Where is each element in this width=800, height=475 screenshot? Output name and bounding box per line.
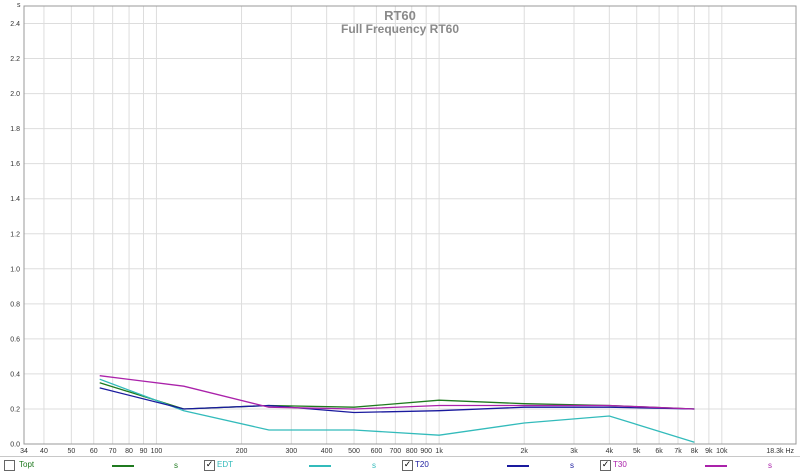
y-tick-label: 1.0 [10,266,20,273]
x-tick-label: 2k [521,448,529,455]
legend-swatch-t30 [705,465,727,467]
x-tick-label: 900 [420,448,432,455]
x-tick-label: 40 [40,448,48,455]
y-tick-label: 1.2 [10,231,20,238]
x-tick-label: 10k [716,448,728,455]
legend-unit-t30: s [768,461,772,470]
x-tick-label: 300 [285,448,297,455]
legend-checkbox-edt[interactable]: ✓ [204,460,215,471]
x-tick-label: 70 [109,448,117,455]
y-tick-label: 0.8 [10,301,20,308]
y-tick-label: 0.6 [10,336,20,343]
x-tick-label: 80 [125,448,133,455]
x-tick-label: 9k [705,448,713,455]
x-tick-label: 800 [406,448,418,455]
rt60-chart: 0.00.20.40.60.81.01.21.41.61.82.02.22.4 … [10,2,797,455]
plot-frame [23,5,797,445]
legend-label-topt: Topt [19,460,35,469]
x-tick-label: 34 [20,448,28,455]
legend-checkbox-t20[interactable]: ✓ [402,460,413,471]
series-line-edt [99,378,695,443]
y-axis-unit-label: s [17,2,21,9]
y-tick-label: 2.4 [10,21,20,28]
legend-label-t20: T20 [415,460,429,469]
y-tick-label: 2.2 [10,56,20,63]
legend-swatch-topt [112,465,134,467]
legend-checkbox-topt[interactable] [4,460,15,471]
legend-checkbox-t30[interactable]: ✓ [600,460,611,471]
legend-swatch-t20 [507,465,529,467]
chart-title: RT60 [384,8,416,23]
x-tick-label: 600 [371,448,383,455]
chart-subtitle: Full Frequency RT60 [341,22,459,36]
x-tick-label: 200 [236,448,248,455]
y-axis: 0.0 0.2 0.4 0.6 0.8 1.0 1.2 1.4 1.6 1.8 2.0 2.2 2.4 [10,21,20,448]
legend-bar: Topt s ✓ EDT s ✓ T20 s ✓ T30 s [0,456,800,475]
legend-item-topt[interactable]: Topt s [2,457,202,475]
legend-unit-t20: s [570,461,574,470]
legend-item-t30[interactable]: ✓ T30 s [599,457,799,475]
grid [23,6,797,445]
x-tick-label: 7k [674,448,682,455]
y-tick-label: 2.0 [10,91,20,98]
legend-swatch-edt [309,465,331,467]
legend-label-t30: T30 [613,460,627,469]
y-tick-label: 0.0 [10,442,20,449]
legend-unit-topt: s [174,461,178,470]
x-axis: 34 40 50 60 70 80 90 100 200 300 400 500 600 700 800 90… [20,448,794,455]
x-tick-label: 100 [151,448,163,455]
legend-unit-edt: s [372,461,376,470]
x-tick-label: 1k [435,448,443,455]
x-tick-label: 700 [389,448,401,455]
x-tick-label: 4k [606,448,614,455]
y-tick-label: 1.6 [10,161,20,168]
x-tick-label: 60 [90,448,98,455]
legend-label-edt: EDT [217,460,233,469]
y-tick-label: 1.8 [10,126,20,133]
x-tick-label: 5k [633,448,641,455]
x-tick-label: 6k [655,448,663,455]
x-tick-label: 90 [140,448,148,455]
x-tick-label: 50 [67,448,75,455]
legend-item-t20[interactable]: ✓ T20 s [401,457,601,475]
x-tick-label: 8k [691,448,699,455]
x-tick-label: 400 [321,448,333,455]
x-tick-label: 3k [570,448,578,455]
legend-item-edt[interactable]: ✓ EDT s [203,457,403,475]
x-tick-label: 500 [348,448,360,455]
y-tick-label: 0.2 [10,406,20,413]
x-tick-label: 18.3k Hz [766,448,794,455]
y-tick-label: 0.4 [10,371,20,378]
y-tick-label: 1.4 [10,196,20,203]
